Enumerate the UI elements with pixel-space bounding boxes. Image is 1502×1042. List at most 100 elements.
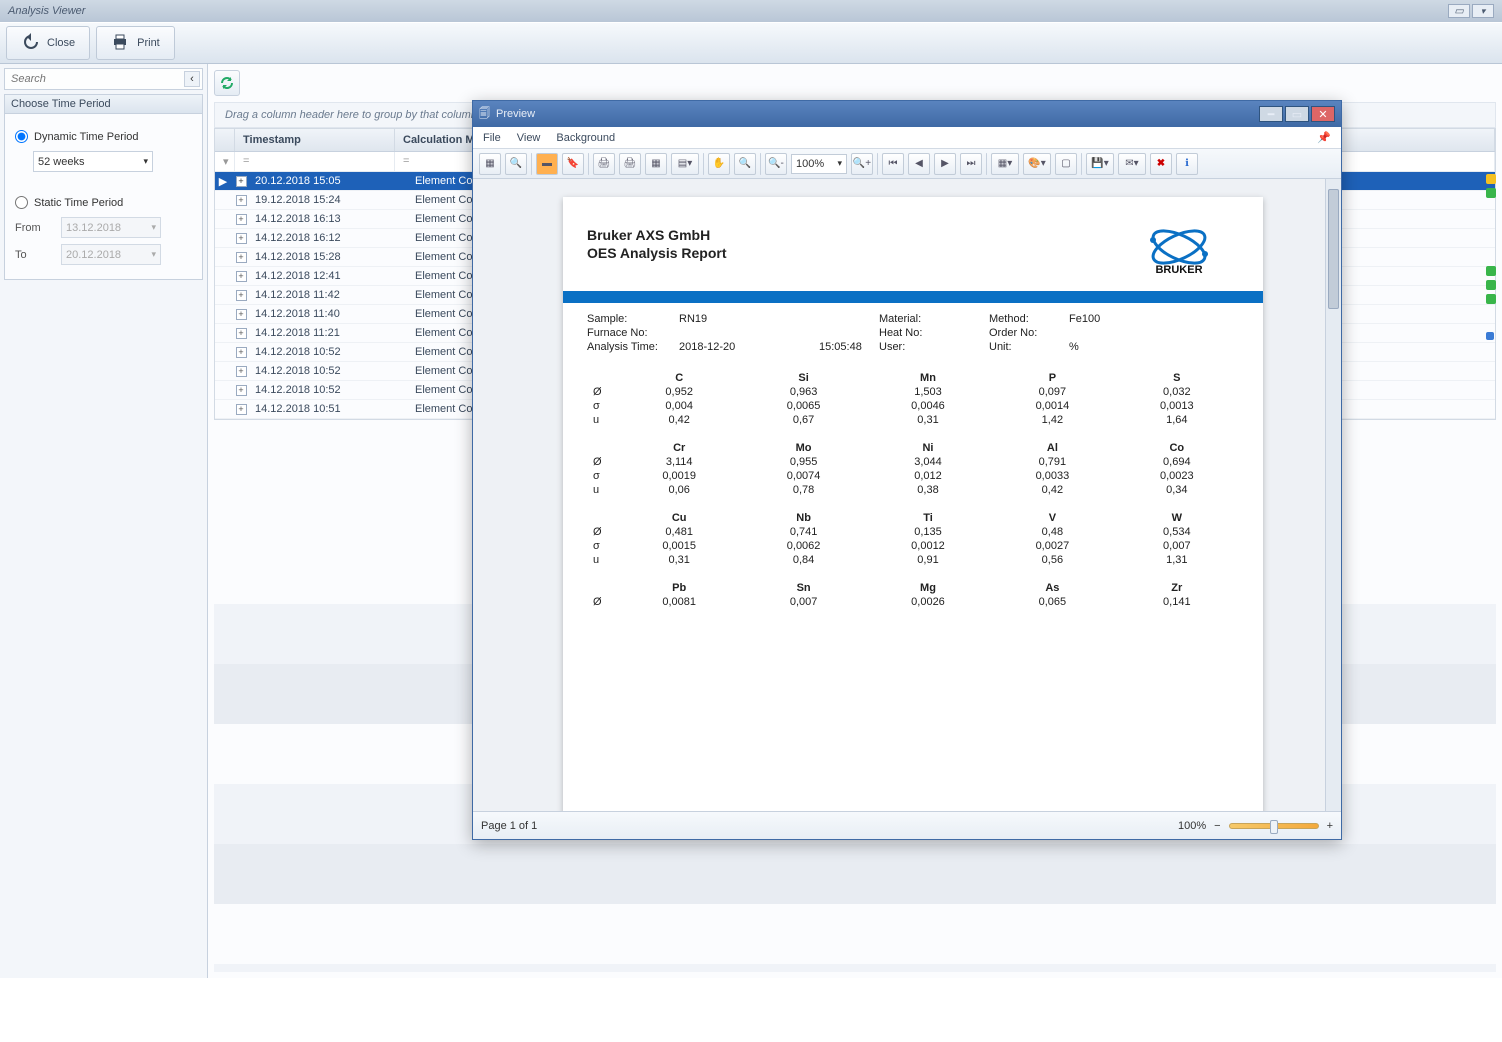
multipage-dropdown[interactable]: ▦▾: [991, 153, 1019, 175]
export-dropdown[interactable]: 💾▾: [1086, 153, 1114, 175]
from-label: From: [15, 222, 51, 234]
expand-icon[interactable]: +: [236, 195, 247, 206]
zoom-plus-icon[interactable]: +: [1327, 820, 1333, 832]
restore-icon[interactable]: ▭: [1448, 4, 1470, 18]
pagesetup-icon[interactable]: ▦: [645, 153, 667, 175]
zoomin-icon[interactable]: 🔍+: [851, 153, 873, 175]
zoom-slider[interactable]: [1229, 823, 1319, 829]
preview-scrollbar[interactable]: [1325, 179, 1341, 811]
meta-label: User:: [879, 341, 989, 353]
filter-timestamp[interactable]: =: [235, 152, 395, 171]
meta-value: [1069, 327, 1129, 339]
menu-background[interactable]: Background: [556, 132, 615, 144]
meta-label: Sample:: [587, 313, 679, 325]
print-button[interactable]: Print: [96, 26, 175, 60]
expand-icon[interactable]: +: [236, 366, 247, 377]
prev-page-icon[interactable]: ◀: [908, 153, 930, 175]
menu-pin-icon[interactable]: 📌: [1317, 131, 1331, 144]
expand-icon[interactable]: +: [236, 385, 247, 396]
print-label: Print: [137, 37, 160, 49]
menu-file[interactable]: File: [483, 132, 501, 144]
menu-view[interactable]: View: [517, 132, 541, 144]
refresh-button[interactable]: [214, 70, 240, 96]
left-pane: ‹ Choose Time Period Dynamic Time Period…: [0, 64, 208, 978]
preview-titlebar[interactable]: 🗐 Preview ━ ▭ ✕: [473, 101, 1341, 127]
dynamic-label: Dynamic Time Period: [34, 131, 139, 143]
zoom-minus-icon[interactable]: −: [1214, 820, 1220, 832]
expand-icon[interactable]: +: [236, 290, 247, 301]
preview-title: Preview: [496, 108, 535, 120]
search-clear-icon[interactable]: ‹: [184, 71, 200, 87]
expand-icon[interactable]: +: [236, 214, 247, 225]
preview-statusbar: Page 1 of 1 100% − +: [473, 811, 1341, 839]
to-value: 20.12.2018: [66, 249, 121, 261]
close-preview-icon[interactable]: ✖: [1150, 153, 1172, 175]
zoom-select[interactable]: 100%▾: [791, 154, 847, 174]
thumbnails-icon[interactable]: ▦: [479, 153, 501, 175]
preview-body: Bruker AXS GmbH OES Analysis Report BRUK…: [473, 179, 1341, 811]
cell-timestamp: 14.12.2018 11:42: [251, 286, 411, 304]
meta-label: Analysis Time:: [587, 341, 679, 353]
info-icon[interactable]: ℹ: [1176, 153, 1198, 175]
magnifier-icon[interactable]: 🔍: [734, 153, 756, 175]
background-dropdown[interactable]: 🎨▾: [1023, 153, 1051, 175]
print-icon[interactable]: 🖨: [593, 153, 615, 175]
expand-icon[interactable]: +: [236, 176, 247, 187]
filter-icon[interactable]: ▾: [215, 152, 235, 171]
scale-dropdown[interactable]: ▤▾: [671, 153, 699, 175]
to-date[interactable]: 20.12.2018▾: [61, 244, 161, 265]
watermark-icon[interactable]: ▢: [1055, 153, 1077, 175]
expand-icon[interactable]: +: [236, 233, 247, 244]
expand-icon[interactable]: +: [236, 271, 247, 282]
report-meta: Sample: RN19 Material: Method: Fe100 Fur…: [587, 313, 1239, 353]
close-icon[interactable]: ▾: [1472, 4, 1494, 18]
scroll-thumb[interactable]: [1328, 189, 1339, 309]
minimize-icon[interactable]: ━: [1259, 106, 1283, 122]
weeks-select[interactable]: 52 weeks ▾: [33, 151, 153, 172]
marker-icon: [1486, 294, 1496, 304]
close-button[interactable]: Close: [6, 26, 90, 60]
expand-icon[interactable]: +: [236, 252, 247, 263]
report-page: Bruker AXS GmbH OES Analysis Report BRUK…: [563, 197, 1263, 811]
expand-icon[interactable]: +: [236, 328, 247, 339]
first-page-icon[interactable]: ⏮: [882, 153, 904, 175]
marker-icon: [1486, 174, 1496, 184]
from-date[interactable]: 13.12.2018▾: [61, 217, 161, 238]
meta-value: Fe100: [1069, 313, 1129, 325]
bookmark-icon[interactable]: 🔖: [562, 153, 584, 175]
cell-timestamp: 14.12.2018 12:41: [251, 267, 411, 285]
report-subtitle: OES Analysis Report: [587, 245, 727, 261]
meta-label: Unit:: [989, 341, 1069, 353]
last-page-icon[interactable]: ⏭: [960, 153, 982, 175]
printer-icon: [111, 33, 129, 54]
static-radio[interactable]: [15, 196, 28, 209]
send-dropdown[interactable]: ✉▾: [1118, 153, 1146, 175]
expand-icon[interactable]: +: [236, 309, 247, 320]
cell-timestamp: 14.12.2018 16:12: [251, 229, 411, 247]
search-icon[interactable]: 🔍: [505, 153, 527, 175]
dynamic-radio[interactable]: [15, 130, 28, 143]
expand-icon[interactable]: +: [236, 347, 247, 358]
to-label: To: [15, 249, 51, 261]
cell-timestamp: 14.12.2018 10:52: [251, 381, 411, 399]
zoomout-icon[interactable]: 🔍-: [765, 153, 787, 175]
slider-knob[interactable]: [1270, 820, 1278, 834]
status-page: Page 1 of 1: [481, 820, 537, 832]
search-input[interactable]: [4, 68, 203, 90]
col-timestamp[interactable]: Timestamp: [235, 129, 395, 151]
refresh-icon: [219, 75, 235, 91]
meta-label: Furnace No:: [587, 327, 679, 339]
titlebar: Analysis Viewer ▭ ▾: [0, 0, 1502, 22]
quickprint-icon[interactable]: 🖨: [619, 153, 641, 175]
app-title: Analysis Viewer: [8, 5, 85, 17]
highlight-icon[interactable]: ▬: [536, 153, 558, 175]
hand-icon[interactable]: ✋: [708, 153, 730, 175]
meta-label: Method:: [989, 313, 1069, 325]
cell-timestamp: 14.12.2018 11:40: [251, 305, 411, 323]
back-arrow-icon: [21, 33, 39, 54]
close-icon[interactable]: ✕: [1311, 106, 1335, 122]
expand-icon[interactable]: +: [236, 404, 247, 415]
chevron-down-icon: ▾: [151, 222, 156, 233]
maximize-icon[interactable]: ▭: [1285, 106, 1309, 122]
next-page-icon[interactable]: ▶: [934, 153, 956, 175]
